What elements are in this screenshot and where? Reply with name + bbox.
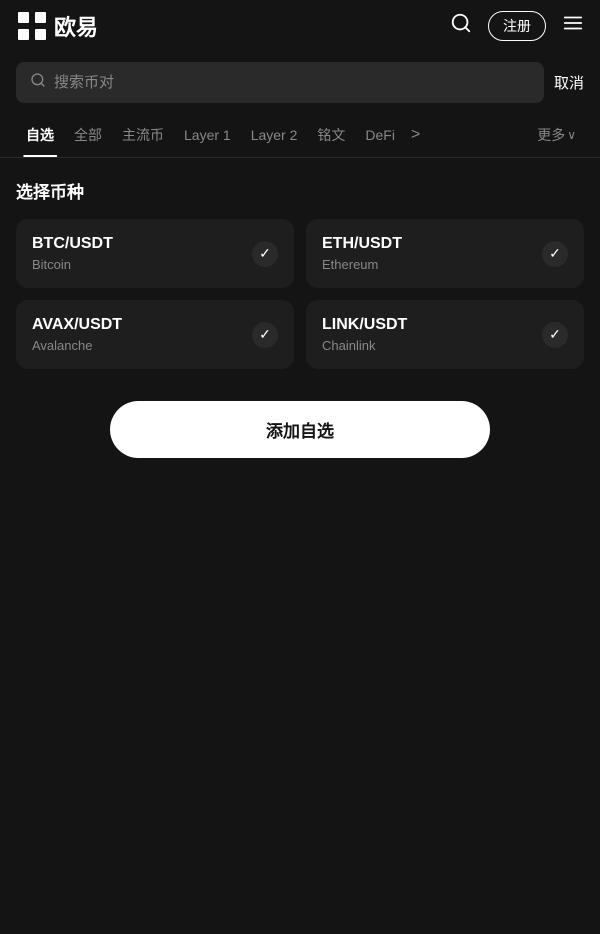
currency-pair-eth: ETH/USDT: [322, 235, 402, 253]
currency-info-avax: AVAX/USDT Avalanche: [32, 316, 122, 353]
tab-layer2[interactable]: Layer 2: [241, 115, 308, 155]
currency-info-eth: ETH/USDT Ethereum: [322, 235, 402, 272]
currency-grid: BTC/USDT Bitcoin ✓ ETH/USDT Ethereum ✓ A…: [16, 219, 584, 369]
currency-name-link: Chainlink: [322, 338, 407, 353]
currency-card-avax[interactable]: AVAX/USDT Avalanche ✓: [16, 300, 294, 369]
tab-all[interactable]: 全部: [64, 113, 112, 157]
check-icon-btc: ✓: [252, 241, 278, 267]
menu-icon[interactable]: [562, 12, 584, 40]
search-bar-container: 取消: [0, 52, 600, 113]
register-button[interactable]: 注册: [488, 11, 546, 41]
currency-name-btc: Bitcoin: [32, 257, 113, 272]
logo-icon: [16, 10, 48, 42]
search-input-icon: [30, 72, 46, 93]
tab-defi[interactable]: DeFi: [355, 115, 405, 155]
search-input-wrapper: [16, 62, 544, 103]
logo-text: 欧易: [54, 10, 98, 42]
currency-pair-link: LINK/USDT: [322, 316, 407, 334]
header: 欧易 注册: [0, 0, 600, 52]
currency-card-eth[interactable]: ETH/USDT Ethereum ✓: [306, 219, 584, 288]
header-right: 注册: [450, 11, 584, 41]
check-icon-eth: ✓: [542, 241, 568, 267]
tab-mainstream[interactable]: 主流币: [112, 113, 174, 157]
currency-card-btc[interactable]: BTC/USDT Bitcoin ✓: [16, 219, 294, 288]
tabs-container: 自选 全部 主流币 Layer 1 Layer 2 铭文 DeFi > 更多 ∨: [0, 113, 600, 158]
tab-inscription[interactable]: 铭文: [307, 113, 355, 157]
check-icon-link: ✓: [542, 322, 568, 348]
tab-favorites[interactable]: 自选: [16, 113, 64, 157]
add-btn-container: 添加自选: [16, 401, 584, 458]
currency-info-btc: BTC/USDT Bitcoin: [32, 235, 113, 272]
tab-arrow-icon[interactable]: >: [405, 114, 426, 156]
check-icon-avax: ✓: [252, 322, 278, 348]
add-favorites-button[interactable]: 添加自选: [110, 401, 490, 458]
main-content: 选择币种 BTC/USDT Bitcoin ✓ ETH/USDT Ethereu…: [0, 158, 600, 478]
currency-pair-avax: AVAX/USDT: [32, 316, 122, 334]
currency-name-avax: Avalanche: [32, 338, 122, 353]
cancel-button[interactable]: 取消: [554, 72, 584, 93]
search-input[interactable]: [54, 74, 530, 91]
section-title: 选择币种: [16, 178, 584, 203]
currency-pair-btc: BTC/USDT: [32, 235, 113, 253]
currency-name-eth: Ethereum: [322, 257, 402, 272]
currency-card-link[interactable]: LINK/USDT Chainlink ✓: [306, 300, 584, 369]
tab-layer1[interactable]: Layer 1: [174, 115, 241, 155]
currency-info-link: LINK/USDT Chainlink: [322, 316, 407, 353]
search-icon[interactable]: [450, 12, 472, 40]
more-arrow-icon: ∨: [567, 128, 576, 142]
logo-area: 欧易: [16, 10, 98, 42]
more-button[interactable]: 更多 ∨: [529, 113, 584, 157]
